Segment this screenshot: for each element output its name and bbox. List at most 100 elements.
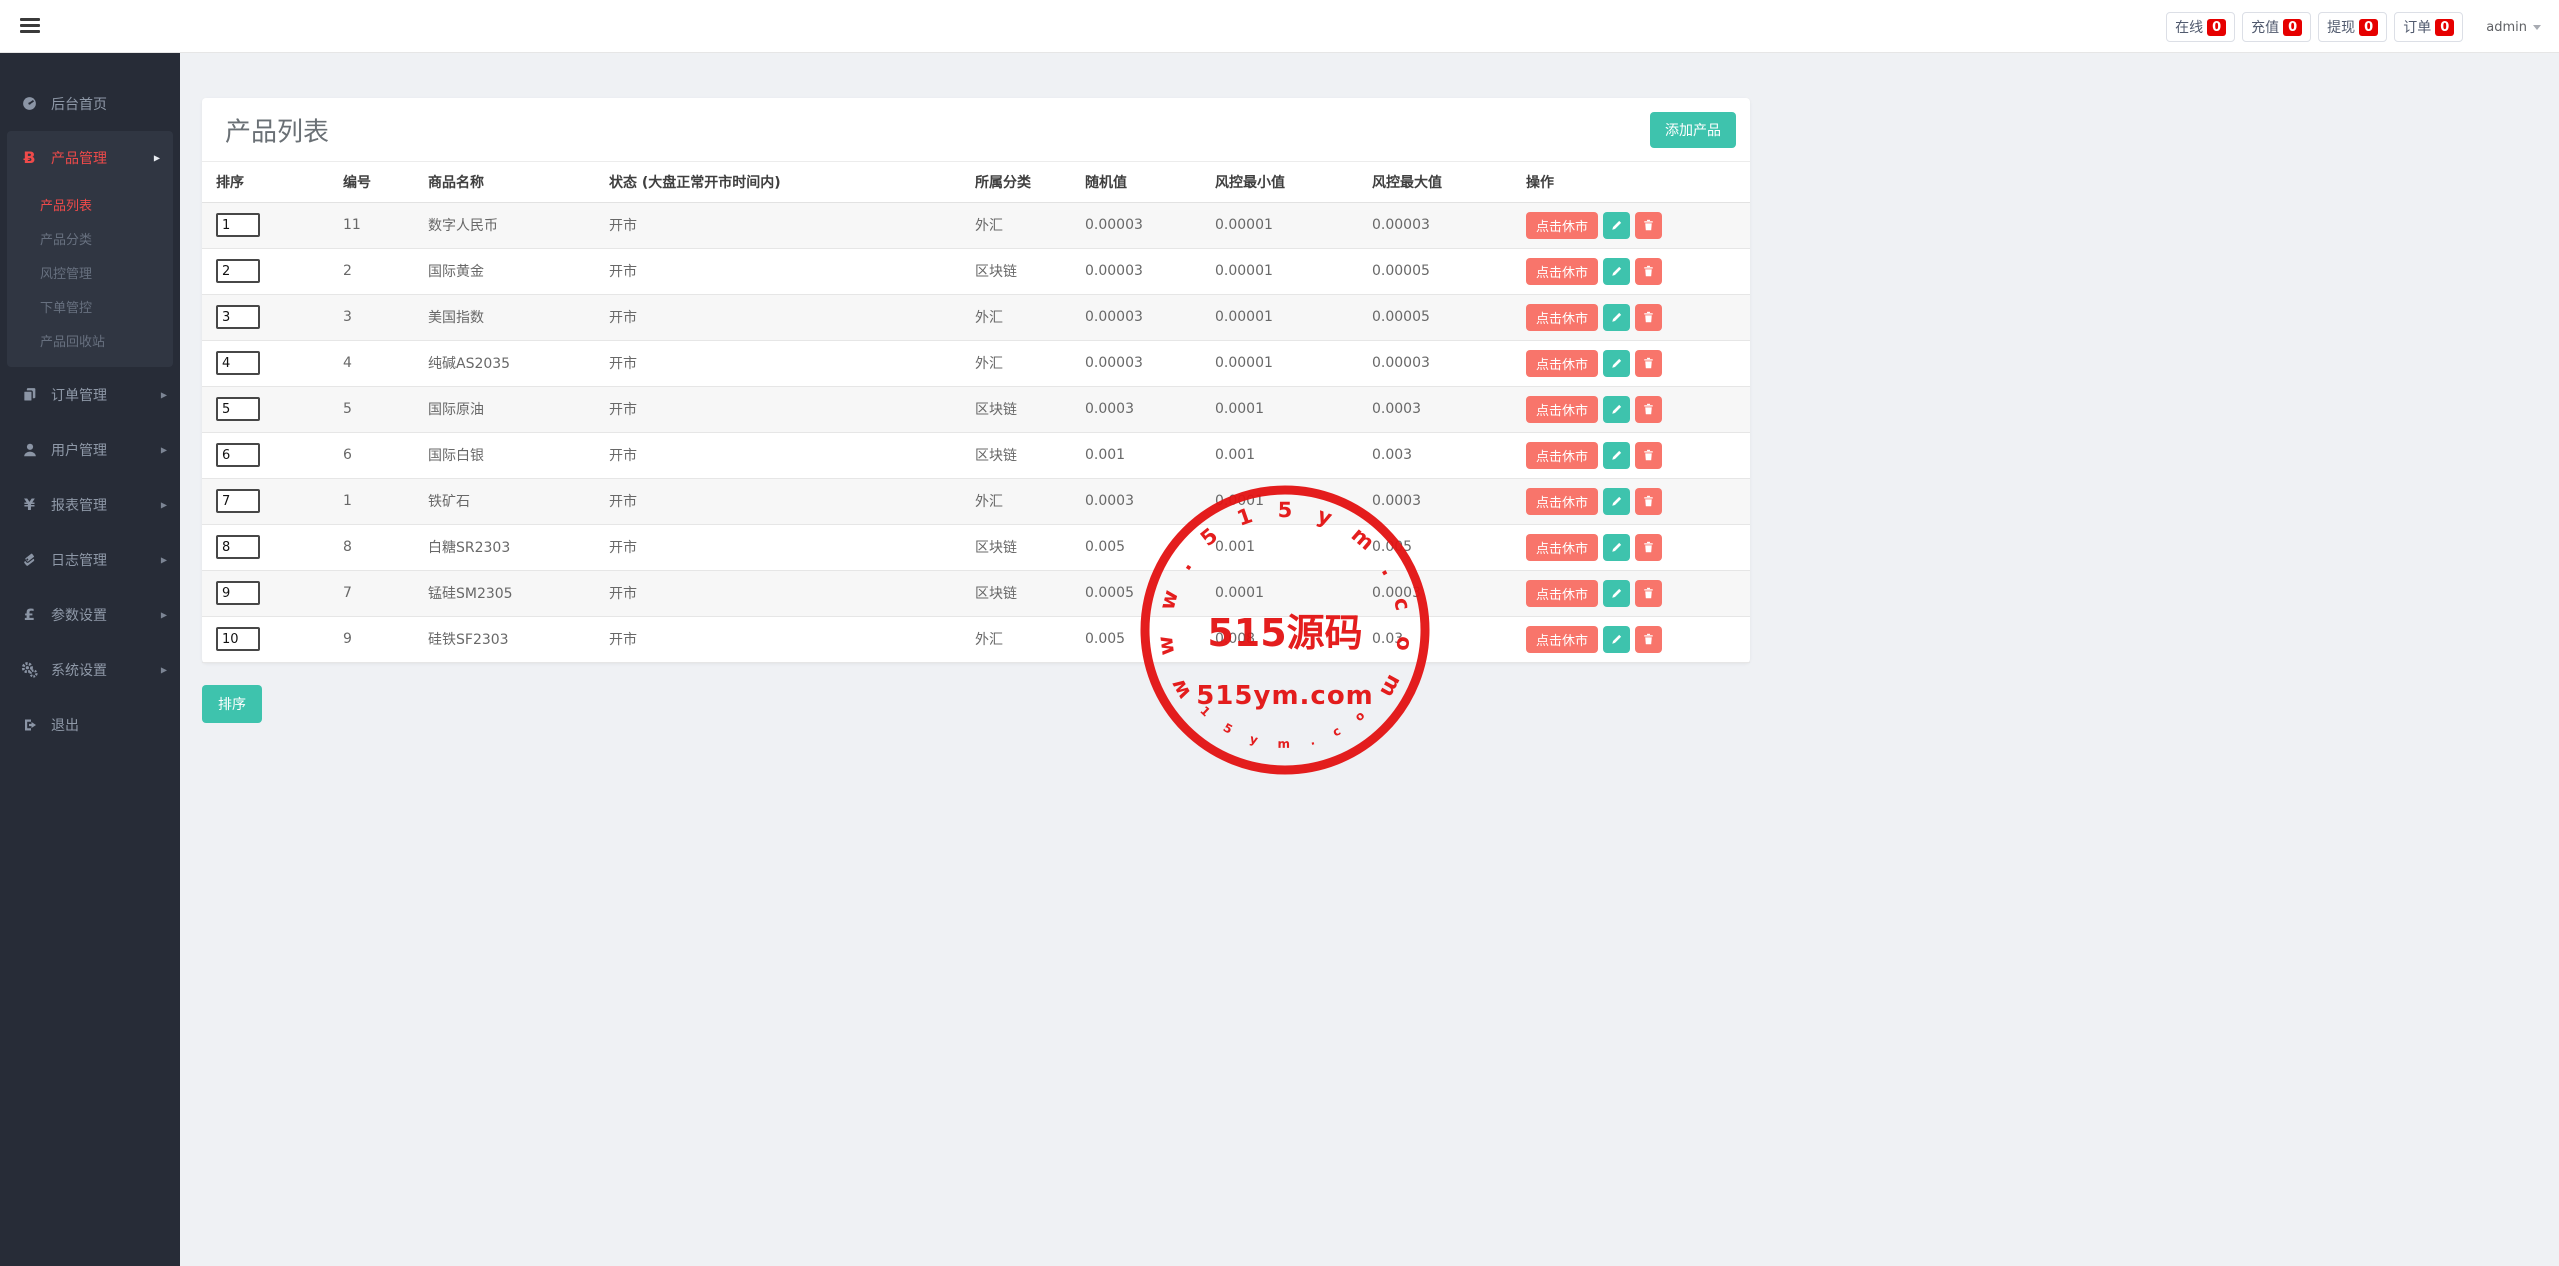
sidebar-item-users[interactable]: 用户管理 ▶ [0, 422, 180, 477]
col-header-status: 状态 (大盘正常开市时间内) [595, 162, 961, 202]
cell-max: 0.005 [1358, 524, 1512, 570]
cell-number: 1 [329, 478, 414, 524]
edit-button[interactable] [1603, 258, 1630, 285]
cell-min: 0.0001 [1201, 570, 1358, 616]
sort-input[interactable] [216, 535, 260, 559]
sidebar-item-reports[interactable]: ¥ 报表管理 ▶ [0, 477, 180, 532]
close-market-button[interactable]: 点击休市 [1526, 304, 1598, 331]
cell-number: 6 [329, 432, 414, 478]
cell-max: 0.003 [1358, 432, 1512, 478]
cell-name: 美国指数 [414, 294, 595, 340]
page-title: 产品列表 [225, 111, 329, 148]
cell-random: 0.001 [1071, 432, 1201, 478]
pencil-icon [1610, 218, 1624, 232]
cell-min: 0.00001 [1201, 340, 1358, 386]
sort-input[interactable] [216, 213, 260, 237]
gears-icon [21, 661, 38, 678]
trash-icon [1642, 632, 1655, 646]
cell-number: 11 [329, 202, 414, 248]
sort-input[interactable] [216, 305, 260, 329]
stat-count-badge: 0 [2435, 19, 2454, 36]
sidebar-subitem[interactable]: 产品分类 [7, 221, 173, 255]
table-row: 4 纯碱AS2035 开市 外汇 0.00003 0.00001 0.00003… [202, 340, 1750, 386]
delete-button[interactable] [1635, 258, 1662, 285]
sidebar-item-products[interactable]: Ƀ 产品管理 ▶ [7, 131, 173, 185]
sort-input[interactable] [216, 443, 260, 467]
sidebar-submenu: 产品列表 产品分类 风控管理 下单管控 产品回收站 [7, 185, 173, 367]
delete-button[interactable] [1635, 442, 1662, 469]
table-row: 9 硅铁SF2303 开市 外汇 0.005 0.008 0.03 点击休市 [202, 616, 1750, 662]
pencil-icon [1610, 586, 1624, 600]
stat-count-badge: 0 [2359, 19, 2378, 36]
close-market-button[interactable]: 点击休市 [1526, 396, 1598, 423]
user-menu[interactable]: admin [2482, 14, 2545, 41]
topbar-stat-button[interactable]: 提现 0 [2318, 12, 2387, 42]
close-market-button[interactable]: 点击休市 [1526, 212, 1598, 239]
close-market-button[interactable]: 点击休市 [1526, 534, 1598, 561]
delete-button[interactable] [1635, 396, 1662, 423]
sidebar-item-system[interactable]: 系统设置 ▶ [0, 642, 180, 697]
sort-input[interactable] [216, 397, 260, 421]
col-header-category: 所属分类 [961, 162, 1071, 202]
table-row: 8 白糖SR2303 开市 区块链 0.005 0.001 0.005 点击休市 [202, 524, 1750, 570]
edit-button[interactable] [1603, 626, 1630, 653]
sidebar-subitem[interactable]: 产品回收站 [7, 323, 173, 357]
cell-min: 0.001 [1201, 524, 1358, 570]
close-market-button[interactable]: 点击休市 [1526, 350, 1598, 377]
sidebar-item-params[interactable]: £ 参数设置 ▶ [0, 587, 180, 642]
close-market-button[interactable]: 点击休市 [1526, 258, 1598, 285]
edit-button[interactable] [1603, 304, 1630, 331]
cell-min: 0.008 [1201, 616, 1358, 662]
topbar-stat-button[interactable]: 订单 0 [2394, 12, 2463, 42]
delete-button[interactable] [1635, 534, 1662, 561]
sort-input[interactable] [216, 627, 260, 651]
close-market-button[interactable]: 点击休市 [1526, 626, 1598, 653]
sidebar-item-orders[interactable]: 订单管理 ▶ [0, 367, 180, 422]
close-market-button[interactable]: 点击休市 [1526, 580, 1598, 607]
sidebar-subitem[interactable]: 产品列表 [7, 187, 173, 221]
sidebar-subitem[interactable]: 下单管控 [7, 289, 173, 323]
cell-status: 开市 [595, 432, 961, 478]
cell-number: 8 [329, 524, 414, 570]
sort-input[interactable] [216, 489, 260, 513]
sidebar-item-logs[interactable]: 日志管理 ▶ [0, 532, 180, 587]
delete-button[interactable] [1635, 626, 1662, 653]
add-product-button[interactable]: 添加产品 [1650, 112, 1736, 148]
stat-count-badge: 0 [2207, 19, 2226, 36]
sort-submit-button[interactable]: 排序 [202, 685, 262, 723]
sort-input[interactable] [216, 259, 260, 283]
edit-button[interactable] [1603, 488, 1630, 515]
cell-random: 0.005 [1071, 524, 1201, 570]
topbar-stat-button[interactable]: 充值 0 [2242, 12, 2311, 42]
cell-min: 0.0001 [1201, 478, 1358, 524]
chevron-right-icon: ▶ [154, 154, 160, 163]
delete-button[interactable] [1635, 304, 1662, 331]
cell-status: 开市 [595, 202, 961, 248]
menu-toggle-icon[interactable] [20, 18, 40, 36]
cell-random: 0.00003 [1071, 340, 1201, 386]
edit-button[interactable] [1603, 534, 1630, 561]
sidebar-subitem[interactable]: 风控管理 [7, 255, 173, 289]
pencil-icon [1610, 494, 1624, 508]
pencil-icon [1610, 310, 1624, 324]
sidebar-item-dashboard[interactable]: 后台首页 [0, 76, 180, 131]
sort-input[interactable] [216, 351, 260, 375]
close-market-button[interactable]: 点击休市 [1526, 442, 1598, 469]
delete-button[interactable] [1635, 488, 1662, 515]
delete-button[interactable] [1635, 212, 1662, 239]
sort-input[interactable] [216, 581, 260, 605]
close-market-button[interactable]: 点击休市 [1526, 488, 1598, 515]
sidebar-item-logout[interactable]: 退出 [0, 697, 180, 752]
dashboard-icon [21, 95, 38, 112]
edit-button[interactable] [1603, 580, 1630, 607]
edit-button[interactable] [1603, 350, 1630, 377]
chevron-right-icon: ▶ [161, 555, 167, 564]
delete-button[interactable] [1635, 350, 1662, 377]
delete-button[interactable] [1635, 580, 1662, 607]
edit-button[interactable] [1603, 212, 1630, 239]
edit-button[interactable] [1603, 442, 1630, 469]
edit-button[interactable] [1603, 396, 1630, 423]
table-row: 3 美国指数 开市 外汇 0.00003 0.00001 0.00005 点击休… [202, 294, 1750, 340]
main-content: 产品列表 添加产品 排序 编号 商品名称 状态 (大盘正常开市时间内) 所属分类… [180, 53, 2559, 1266]
topbar-stat-button[interactable]: 在线 0 [2166, 12, 2235, 42]
